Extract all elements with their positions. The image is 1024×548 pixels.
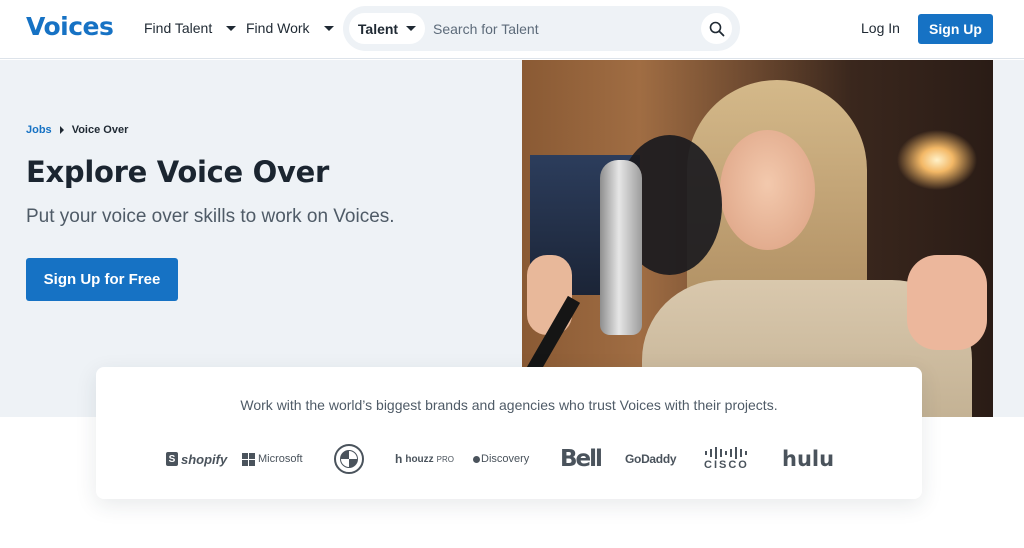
- hero-subtitle: Put your voice over skills to work on Vo…: [26, 206, 395, 227]
- site-header: Voices Find Talent Find Work Talent Log …: [0, 0, 1024, 59]
- search-icon: [709, 21, 724, 36]
- houzz-h-icon: h: [395, 452, 403, 466]
- breadcrumb-current: Voice Over: [71, 124, 129, 136]
- page-title: Explore Voice Over: [26, 155, 330, 189]
- chevron-down-icon: [226, 25, 237, 31]
- caret-right-icon: [59, 126, 64, 134]
- houzz-pro-text: PRO: [436, 454, 455, 464]
- bmw-roundel-icon: [334, 444, 364, 474]
- shopify-logo: S shopify: [166, 442, 227, 476]
- godaddy-logo: GoDaddy: [625, 452, 677, 466]
- chevron-down-icon: [406, 26, 417, 31]
- discovery-logo: Discovery: [473, 442, 529, 476]
- shopify-logo-text: shopify: [181, 451, 228, 467]
- search-type-label: Talent: [357, 20, 399, 37]
- nav-find-work-label: Find Work: [246, 20, 310, 36]
- discovery-logo-text: Discovery: [481, 453, 530, 465]
- voices-logo[interactable]: Voices: [26, 12, 114, 41]
- signup-button[interactable]: Sign Up: [918, 14, 993, 44]
- hero-section: Jobs Voice Over Explore Voice Over Put y…: [0, 60, 1024, 417]
- cisco-bars-icon: [705, 447, 748, 459]
- shopify-bag-icon: S: [166, 452, 178, 466]
- microsoft-logo-text: Microsoft: [258, 453, 303, 465]
- search-bar: Talent: [343, 6, 740, 51]
- breadcrumb: Jobs Voice Over: [26, 124, 128, 136]
- trusted-brands-text: Work with the world’s biggest brands and…: [240, 397, 778, 413]
- chevron-down-icon: [323, 25, 334, 31]
- cisco-logo: CISCO: [704, 442, 749, 476]
- search-button[interactable]: [701, 13, 732, 44]
- breadcrumb-jobs[interactable]: Jobs: [26, 124, 52, 136]
- bell-logo: Bell: [560, 446, 603, 472]
- image-face: [720, 130, 815, 250]
- hulu-logo: hulu: [782, 447, 835, 471]
- trusted-brands-card: Work with the world’s biggest brands and…: [96, 367, 922, 499]
- search-type-dropdown[interactable]: Talent: [349, 13, 425, 44]
- microsoft-logo: Microsoft: [242, 442, 303, 476]
- microsoft-grid-icon: [242, 452, 255, 466]
- houzz-logo-text: houzz: [405, 453, 434, 465]
- login-link[interactable]: Log In: [861, 20, 900, 36]
- brand-logos: S shopify Microsoft h houzz PRO Discover…: [96, 442, 922, 476]
- microphone-icon: [600, 160, 642, 335]
- nav-find-work[interactable]: Find Work: [246, 20, 334, 36]
- nav-find-talent-label: Find Talent: [144, 20, 213, 36]
- image-hand-right: [907, 255, 987, 350]
- bmw-logo: [334, 442, 364, 476]
- hero-image: [522, 60, 993, 417]
- houzz-pro-logo: h houzz PRO: [395, 442, 454, 476]
- search-input[interactable]: [433, 14, 693, 43]
- cisco-logo-text: CISCO: [704, 459, 749, 471]
- signup-free-button[interactable]: Sign Up for Free: [26, 258, 178, 301]
- discovery-globe-icon: [473, 455, 480, 463]
- nav-find-talent[interactable]: Find Talent: [144, 20, 237, 36]
